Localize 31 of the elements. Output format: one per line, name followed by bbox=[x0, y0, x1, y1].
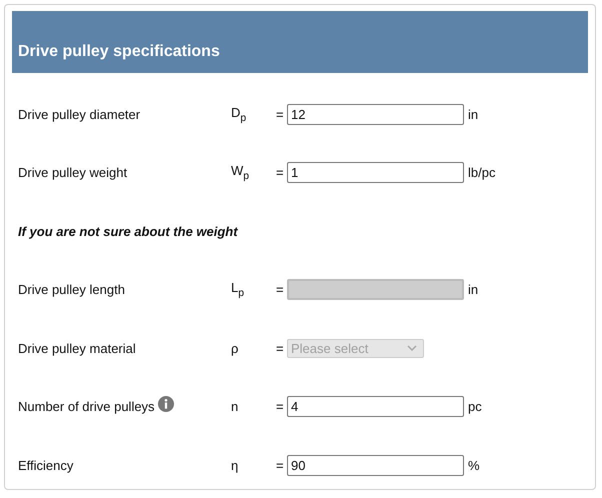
unit-text: % bbox=[468, 458, 480, 473]
unit-text: in bbox=[468, 106, 478, 122]
equals-sign: = bbox=[276, 340, 285, 356]
hint-text: If you are not sure about the weight bbox=[18, 224, 238, 239]
input-field[interactable]: 90 bbox=[287, 454, 464, 476]
input-field[interactable]: 4 bbox=[287, 396, 464, 418]
symbol-text: η bbox=[231, 458, 240, 473]
equals-sign: = bbox=[276, 282, 285, 298]
field-label: Drive pulley diameter bbox=[18, 106, 140, 122]
chevron-down-icon bbox=[407, 345, 417, 352]
unit-text: lb/pc bbox=[468, 165, 496, 180]
field-label: Number of drive pulleys bbox=[18, 399, 155, 414]
equals-sign: = bbox=[276, 106, 285, 122]
field-label: Drive pulley weight bbox=[18, 165, 128, 180]
symbol-text: ρ bbox=[231, 340, 240, 356]
field-label: Drive pulley length bbox=[18, 282, 125, 298]
input-field[interactable]: 12 bbox=[287, 104, 464, 125]
unit-text: pc bbox=[468, 399, 482, 414]
equals-sign: = bbox=[276, 399, 285, 414]
input-field[interactable]: 1 bbox=[287, 162, 464, 184]
info-icon[interactable] bbox=[158, 396, 174, 412]
symbol-text: n bbox=[231, 399, 240, 414]
field-label: Efficiency bbox=[18, 458, 74, 473]
equals-sign: = bbox=[276, 165, 285, 180]
symbol-text: L$_{p}$ bbox=[231, 280, 246, 300]
equals-sign: = bbox=[276, 458, 285, 473]
section-title: Drive pulley specifications bbox=[18, 43, 220, 61]
symbol-text: W$_{p}$ bbox=[231, 163, 250, 182]
symbol-text: D$_{p}$ bbox=[231, 104, 248, 124]
unit-text: in bbox=[468, 282, 478, 298]
field-label: Drive pulley material bbox=[18, 340, 136, 356]
